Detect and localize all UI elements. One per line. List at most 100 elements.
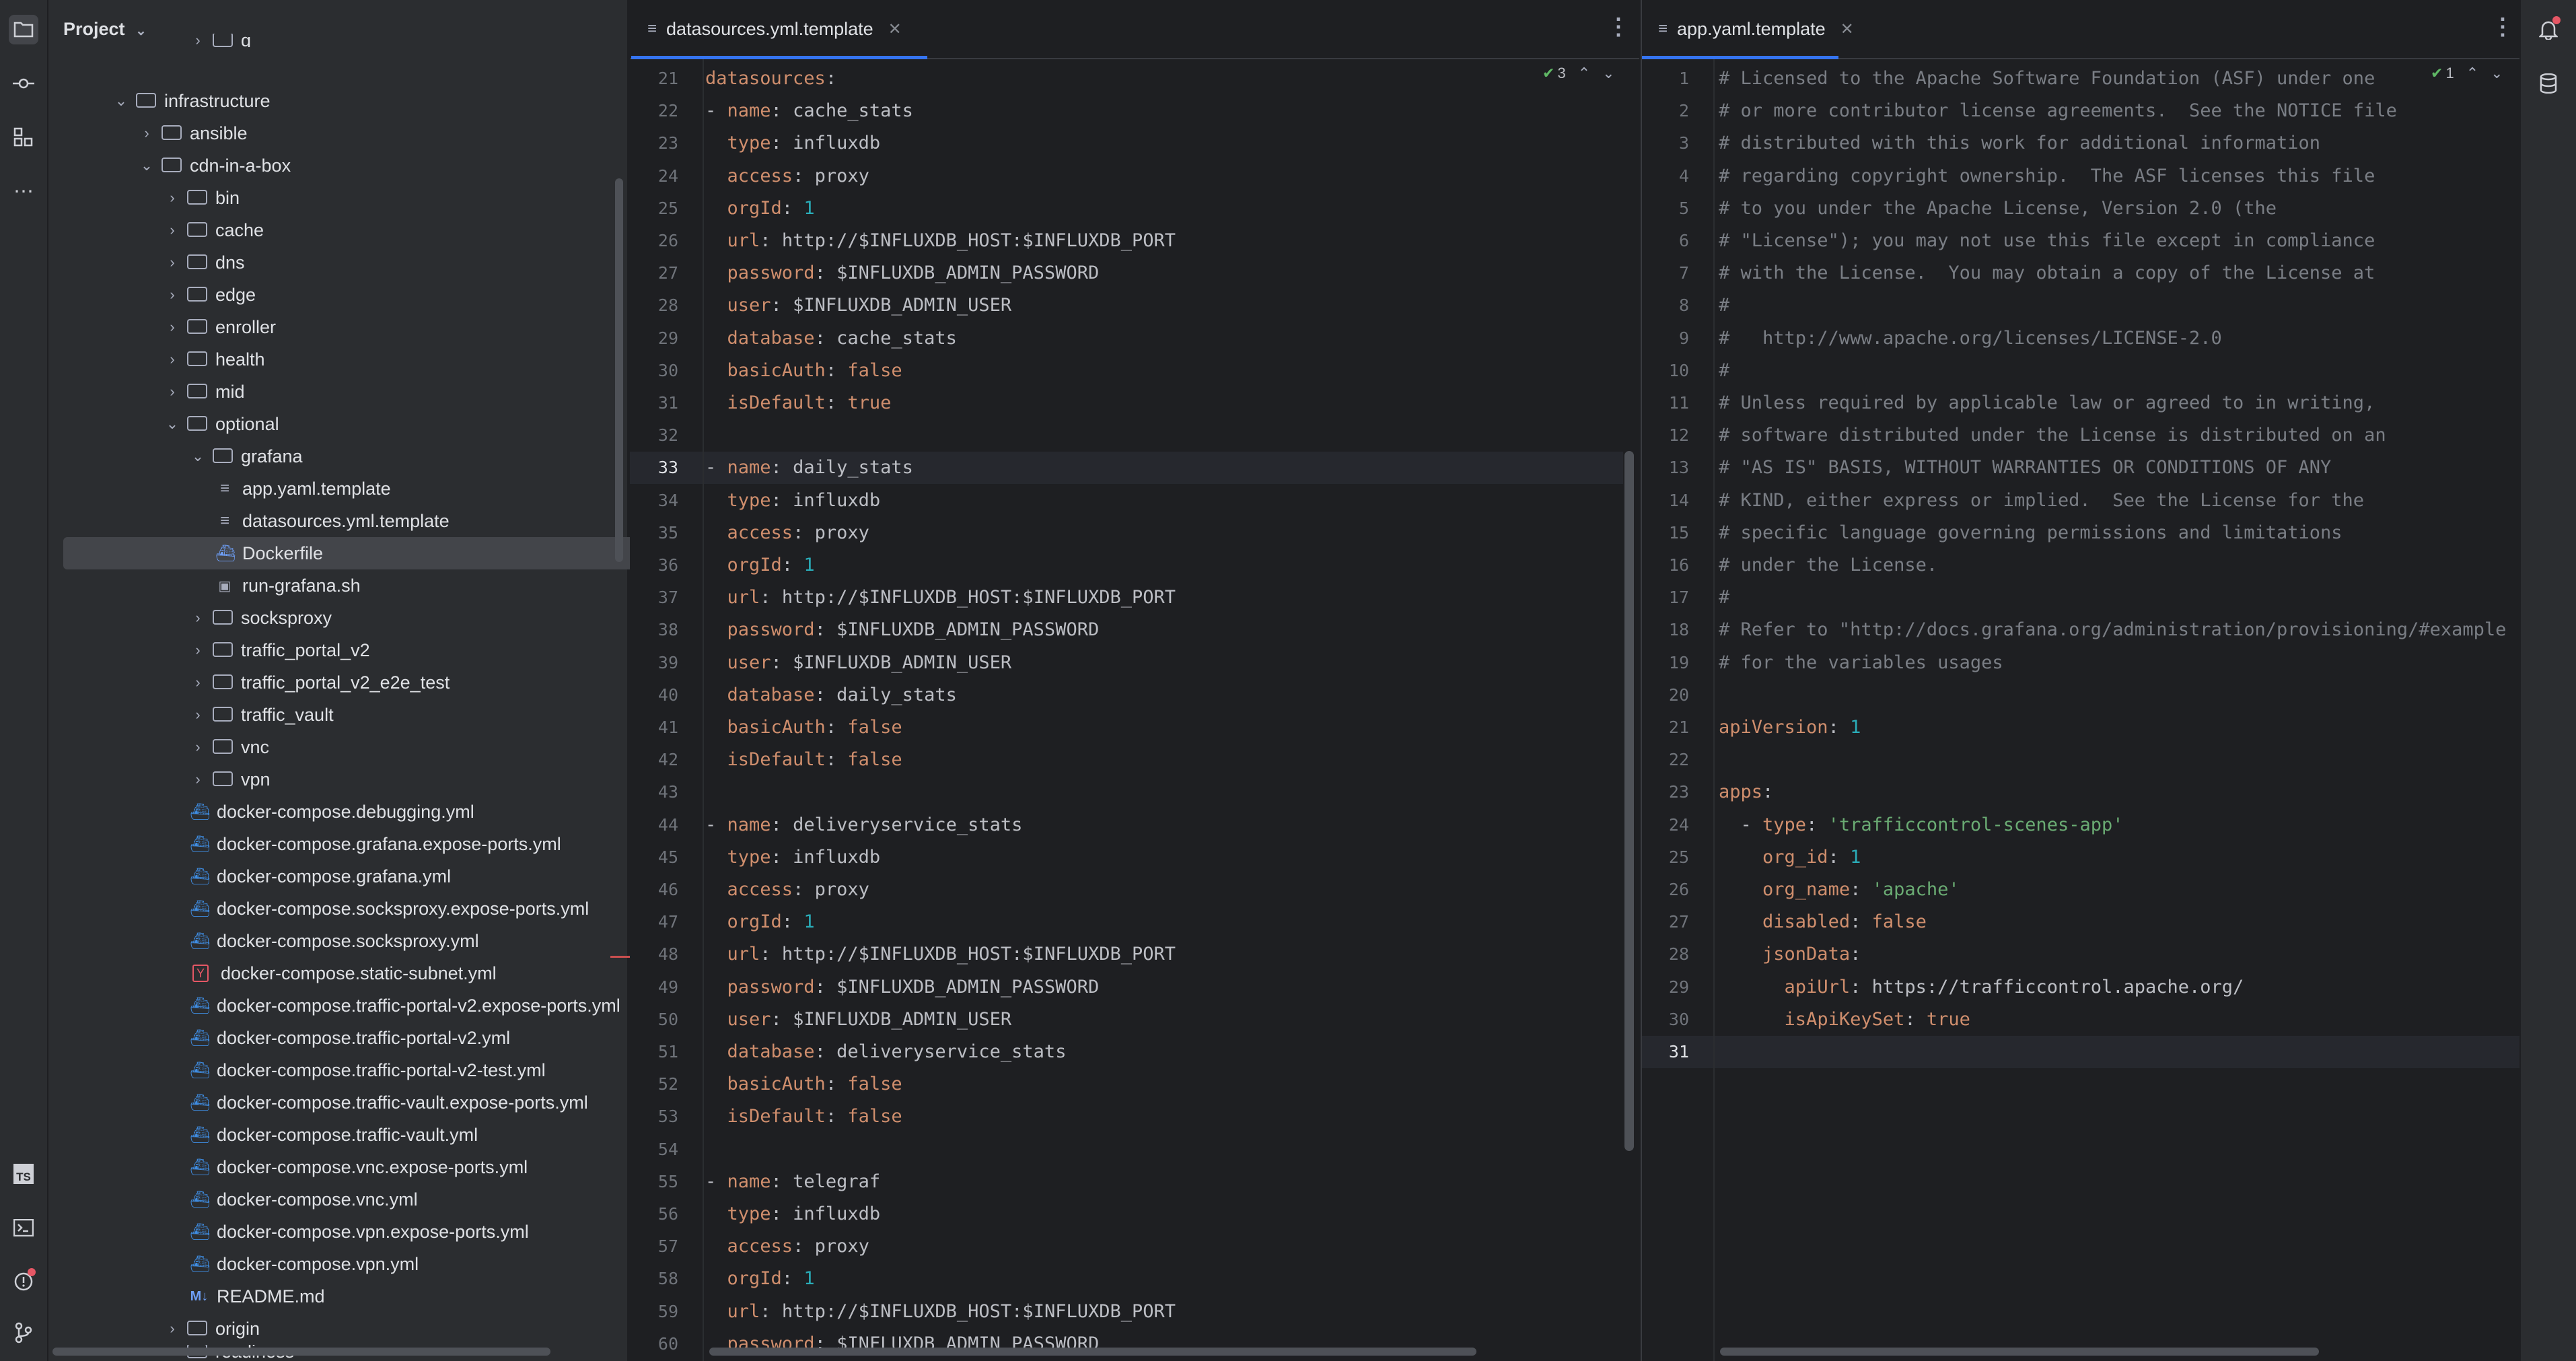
code-line[interactable]: isDefault: false — [705, 744, 902, 776]
tree-item[interactable]: ≡ app.yaml.template — [215, 473, 391, 505]
code-line[interactable]: user: $INFLUXDB_ADMIN_USER — [705, 289, 1012, 322]
tree-item[interactable]: › health — [164, 343, 264, 376]
chevron-right-icon[interactable]: › — [164, 221, 180, 239]
more-vertical-icon[interactable]: ⋮ — [2491, 13, 2514, 40]
tab-app-yaml[interactable]: ≡ app.yaml.template ✕ — [1642, 0, 1870, 59]
code-line[interactable]: # to you under the Apache License, Versi… — [1719, 193, 2277, 225]
tree-item[interactable]: › enroller — [164, 311, 276, 343]
tree-item[interactable]: ⛴ docker-compose.traffic-vault.yml — [190, 1119, 478, 1151]
code-line[interactable]: database: daily_stats — [705, 679, 957, 711]
tree-item[interactable]: › socksproxy — [190, 602, 332, 634]
code-line[interactable]: # specific language governing permission… — [1719, 517, 2342, 549]
close-icon[interactable]: ✕ — [1840, 20, 1854, 39]
chevron-down-icon[interactable]: ⌄ — [113, 92, 129, 110]
tree-item[interactable]: › traffic_portal_v2 — [190, 634, 369, 666]
tree-item[interactable]: ⌄ infrastructure — [113, 85, 271, 117]
tree-item[interactable]: ⌄ optional — [164, 408, 279, 440]
chevron-right-icon[interactable]: › — [190, 674, 206, 691]
tree-item[interactable]: ⛴ docker-compose.traffic-portal-v2.yml — [190, 1022, 510, 1054]
tree-item[interactable]: › traffic_portal_v2_e2e_test — [190, 666, 450, 699]
code-line[interactable]: # Refer to "http://docs.grafana.org/admi… — [1719, 614, 2507, 646]
code-line[interactable]: org_name: 'apache' — [1719, 874, 1960, 906]
git-icon[interactable] — [9, 1318, 38, 1348]
close-icon[interactable]: ✕ — [888, 20, 902, 39]
code-line[interactable]: database: cache_stats — [705, 322, 957, 355]
chevron-down-icon[interactable]: ⌄ — [1602, 65, 1614, 82]
chevron-right-icon[interactable]: › — [164, 318, 180, 336]
tree-item[interactable]: › cache — [164, 214, 264, 246]
chevron-up-icon[interactable]: ⌃ — [2466, 65, 2478, 82]
code-line[interactable]: # "License"); you may not use this file … — [1719, 225, 2375, 257]
code-line[interactable]: # with the License. You may obtain a cop… — [1719, 257, 2375, 289]
chevron-down-icon[interactable]: ⌄ — [2491, 65, 2503, 82]
code-line[interactable]: type: influxdb — [705, 841, 881, 874]
code-line[interactable]: apiUrl: https://trafficcontrol.apache.or… — [1719, 971, 2244, 1004]
tree-item[interactable]: Ydocker-compose.static-subnet.yml — [190, 957, 497, 989]
code-line[interactable]: access: proxy — [705, 517, 869, 549]
code-line[interactable]: - type: 'trafficcontrol-scenes-app' — [1719, 809, 2124, 841]
code-line[interactable]: - name: telegraf — [705, 1166, 880, 1198]
code-line[interactable]: basicAuth: false — [705, 711, 902, 744]
project-title[interactable]: Project ⌄ — [63, 19, 147, 40]
code-line[interactable]: access: proxy — [705, 1230, 869, 1263]
tree-item[interactable]: ▣ run-grafana.sh — [215, 569, 361, 602]
code-line[interactable]: access: proxy — [705, 874, 869, 906]
tree-item[interactable]: › edge — [164, 279, 256, 311]
tab-datasources[interactable]: ≡ datasources.yml.template ✕ — [631, 0, 927, 59]
typescript-icon[interactable]: TS — [9, 1159, 38, 1189]
code-line[interactable]: # "AS IS" BASIS, WITHOUT WARRANTIES OR C… — [1719, 452, 2331, 484]
tree-item[interactable]: › dns — [164, 246, 244, 279]
chevron-right-icon[interactable]: › — [190, 738, 206, 756]
code-line[interactable]: isDefault: false — [705, 1101, 902, 1133]
chevron-right-icon[interactable]: › — [164, 254, 180, 271]
notifications-icon[interactable] — [2534, 15, 2563, 44]
tree-item[interactable]: › bin — [164, 182, 240, 214]
tree-item[interactable]: ⌄ cdn-in-a-box — [139, 149, 291, 182]
code-line[interactable]: user: $INFLUXDB_ADMIN_USER — [705, 1004, 1012, 1036]
chevron-right-icon[interactable]: › — [190, 34, 206, 47]
tree-item[interactable]: ⛴ docker-compose.vnc.yml — [190, 1183, 418, 1216]
structure-icon[interactable] — [9, 123, 38, 152]
tree-item[interactable]: › vpn — [190, 763, 270, 796]
code-line[interactable]: disabled: false — [1719, 906, 1927, 938]
code-line[interactable]: # — [1719, 289, 1729, 322]
code-line[interactable]: password: $INFLUXDB_ADMIN_PASSWORD — [705, 614, 1100, 646]
code-line[interactable]: # http://www.apache.org/licenses/LICENSE… — [1719, 322, 2222, 355]
code-line[interactable]: # Licensed to the Apache Software Founda… — [1719, 63, 2375, 95]
tree-item[interactable]: › ansible — [139, 117, 247, 149]
code-line[interactable]: url: http://$INFLUXDB_HOST:$INFLUXDB_POR… — [705, 225, 1176, 257]
tree-item[interactable]: ⌄ grafana — [190, 440, 303, 473]
tree-horizontal-scrollbar[interactable] — [52, 1348, 550, 1356]
code-line[interactable]: type: influxdb — [705, 485, 881, 517]
chevron-right-icon[interactable]: › — [164, 189, 180, 207]
editor-scrollbar[interactable] — [1624, 451, 1634, 1151]
tree-scrollbar[interactable] — [615, 178, 623, 562]
tree-item[interactable]: › vnc — [190, 731, 269, 763]
tree-item[interactable]: ⛴ docker-compose.traffic-portal-v2-test.y… — [190, 1054, 546, 1086]
chevron-down-icon[interactable]: ⌄ — [164, 415, 180, 433]
code-line[interactable]: orgId: 1 — [705, 1263, 815, 1295]
chevron-right-icon[interactable]: › — [164, 1320, 180, 1337]
code-line[interactable]: # — [1719, 355, 1729, 387]
chevron-right-icon[interactable]: › — [190, 706, 206, 724]
code-line[interactable]: # for the variables usages — [1719, 647, 2003, 679]
code-line[interactable]: type: influxdb — [705, 127, 881, 160]
tree-item[interactable]: M↓ README.md — [190, 1280, 325, 1313]
chevron-right-icon[interactable]: › — [190, 641, 206, 659]
code-line[interactable]: datasources: — [705, 63, 836, 95]
tree-item[interactable]: ≡ datasources.yml.template — [215, 505, 450, 537]
chevron-right-icon[interactable]: › — [164, 383, 180, 400]
code-line[interactable]: user: $INFLUXDB_ADMIN_USER — [705, 647, 1012, 679]
tree-item[interactable]: › traffic_vault — [190, 699, 333, 731]
code-line[interactable]: - name: cache_stats — [705, 95, 913, 127]
code-line[interactable]: orgId: 1 — [705, 906, 815, 938]
chevron-down-icon[interactable]: ⌄ — [190, 448, 206, 465]
editor-horizontal-scrollbar[interactable] — [709, 1348, 1476, 1356]
code-line[interactable]: # Unless required by applicable law or a… — [1719, 387, 2375, 419]
more-vertical-icon[interactable]: ⋮ — [1607, 13, 1630, 40]
code-line[interactable]: orgId: 1 — [705, 193, 815, 225]
code-line[interactable]: # software distributed under the License… — [1719, 419, 2386, 452]
code-line[interactable]: org_id: 1 — [1719, 841, 1861, 874]
chevron-right-icon[interactable]: › — [164, 286, 180, 304]
tree-item[interactable]: ⛴ docker-compose.traffic-vault.expose-por… — [190, 1086, 588, 1119]
